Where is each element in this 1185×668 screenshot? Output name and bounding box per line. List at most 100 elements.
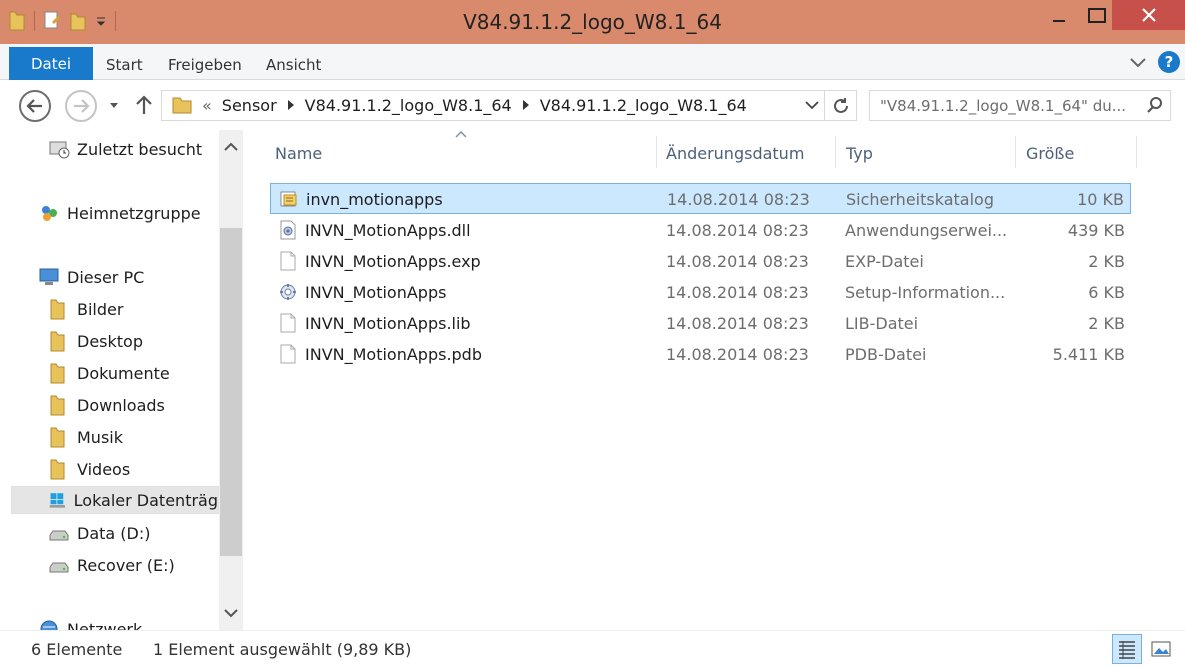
column-header-type[interactable]: Typ — [846, 144, 873, 163]
nav-item-recent[interactable]: Zuletzt besucht — [48, 135, 202, 163]
tab-view[interactable]: Ansicht — [266, 56, 321, 74]
nav-item-music[interactable]: Musik — [48, 423, 123, 451]
chevron-down-icon[interactable] — [223, 606, 239, 620]
nav-item-desktop[interactable]: Desktop — [48, 327, 143, 355]
chevron-right-icon[interactable] — [287, 99, 295, 111]
file-name: INVN_MotionApps.exp — [305, 252, 481, 271]
file-icon — [280, 251, 296, 271]
column-header-size[interactable]: Größe — [1026, 144, 1074, 163]
nav-item-label: Musik — [77, 427, 123, 447]
dll-icon — [280, 220, 296, 240]
file-icon — [280, 313, 296, 333]
recent-icon — [49, 141, 70, 159]
close-button[interactable] — [1112, 0, 1185, 30]
file-size: 439 KB — [1067, 221, 1125, 240]
column-divider[interactable] — [1136, 136, 1137, 168]
window-title: V84.91.1.2_logo_W8.1_64 — [463, 10, 722, 34]
nav-item-label: Heimnetzgruppe — [67, 203, 201, 223]
table-row[interactable]: invn_motionapps 14.08.2014 08:23 Sicherh… — [270, 183, 1131, 214]
large-icons-view-button[interactable] — [1146, 634, 1176, 664]
setup-icon — [280, 284, 296, 300]
nav-item-label: Recover (E:) — [77, 555, 175, 575]
help-button[interactable]: ? — [1158, 51, 1180, 73]
file-size: 2 KB — [1088, 314, 1125, 333]
nav-item-this-pc[interactable]: Dieser PC — [38, 263, 144, 291]
nav-item-data-d[interactable]: Data (D:) — [48, 519, 150, 547]
nav-item-label: Zuletzt besucht — [77, 139, 203, 159]
navigation-scrollbar[interactable] — [219, 130, 243, 630]
table-row[interactable]: INVN_MotionApps.exp 14.08.2014 08:23 EXP… — [270, 246, 1131, 277]
ribbon: Datei Start Freigeben Ansicht ? — [0, 44, 1185, 80]
chevron-right-icon[interactable] — [522, 99, 530, 111]
breadcrumb-folder-2[interactable]: V84.91.1.2_logo_W8.1_64 — [540, 96, 747, 115]
refresh-icon — [833, 97, 848, 113]
search-box[interactable]: "V84.91.1.2_logo_W8.1_64" du... — [869, 90, 1171, 121]
close-icon — [1141, 8, 1156, 22]
address-dropdown-icon[interactable] — [804, 97, 820, 113]
nav-item-homegroup[interactable]: Heimnetzgruppe — [38, 199, 201, 227]
column-divider[interactable] — [835, 136, 836, 168]
breadcrumb-overflow[interactable]: « — [202, 96, 212, 115]
table-row[interactable]: INVN_MotionApps.pdb 14.08.2014 08:23 PDB… — [270, 339, 1131, 370]
file-date: 14.08.2014 08:23 — [666, 252, 809, 271]
nav-item-label: Dieser PC — [67, 267, 145, 287]
file-date: 14.08.2014 08:23 — [666, 221, 809, 240]
file-date: 14.08.2014 08:23 — [667, 190, 810, 209]
nav-item-label: Dokumente — [77, 363, 170, 383]
tab-share[interactable]: Freigeben — [168, 56, 242, 74]
nav-item-network[interactable]: Netzwerk — [38, 615, 142, 630]
expand-ribbon-icon[interactable] — [1128, 52, 1148, 72]
nav-item-label: Videos — [77, 459, 131, 479]
table-row[interactable]: INVN_MotionApps 14.08.2014 08:23 Setup-I… — [270, 277, 1131, 308]
file-icon — [280, 344, 296, 364]
maximize-button[interactable] — [1082, 0, 1112, 32]
details-view-button[interactable] — [1112, 634, 1142, 664]
file-name: INVN_MotionApps.dll — [305, 221, 471, 240]
arrow-up-icon[interactable] — [134, 94, 154, 116]
file-type: PDB-Datei — [845, 345, 927, 364]
file-type: EXP-Datei — [845, 252, 924, 271]
nav-item-downloads[interactable]: Downloads — [48, 391, 165, 419]
file-type: LIB-Datei — [845, 314, 919, 333]
scrollbar-thumb[interactable] — [220, 228, 242, 556]
file-type: Sicherheitskatalog — [846, 190, 994, 209]
network-icon — [40, 620, 58, 630]
breadcrumb-sensor[interactable]: Sensor — [222, 96, 277, 115]
recent-locations-dropdown-icon[interactable] — [108, 101, 120, 111]
breadcrumb-folder-1[interactable]: V84.91.1.2_logo_W8.1_64 — [305, 96, 512, 115]
nav-item-videos[interactable]: Videos — [48, 455, 130, 483]
nav-item-recover-e[interactable]: Recover (E:) — [48, 551, 175, 579]
tab-start[interactable]: Start — [106, 56, 143, 74]
minimize-icon — [1053, 20, 1065, 22]
selection-info: 1 Element ausgewählt (9,89 KB) — [153, 640, 412, 659]
nav-item-label: Downloads — [77, 395, 165, 415]
file-name: invn_motionapps — [306, 190, 443, 209]
column-divider[interactable] — [1015, 136, 1016, 168]
refresh-button[interactable] — [825, 90, 857, 121]
tab-file[interactable]: Datei — [9, 47, 93, 80]
nav-item-label: Netzwerk — [67, 619, 143, 631]
file-size: 10 KB — [1077, 190, 1124, 209]
column-header-name[interactable]: Name — [275, 144, 322, 163]
file-type: Anwendungserwei... — [845, 221, 1008, 240]
file-name: INVN_MotionApps.lib — [305, 314, 471, 333]
address-bar[interactable]: « Sensor V84.91.1.2_logo_W8.1_64 V84.91.… — [161, 90, 825, 121]
chevron-up-icon[interactable] — [223, 140, 239, 154]
table-row[interactable]: INVN_MotionApps.lib 14.08.2014 08:23 LIB… — [270, 308, 1131, 339]
search-icon[interactable] — [1146, 96, 1164, 114]
forward-button[interactable] — [65, 90, 97, 122]
folder-icon — [50, 363, 65, 384]
nav-item-local-disk[interactable]: Lokaler Datenträg — [11, 486, 219, 514]
catalog-icon — [280, 191, 297, 207]
column-divider[interactable] — [656, 136, 657, 168]
back-button[interactable] — [19, 90, 51, 122]
folder-icon — [50, 331, 65, 352]
minimize-button[interactable] — [1036, 0, 1082, 32]
file-type: Setup-Information... — [845, 283, 1006, 302]
file-date: 14.08.2014 08:23 — [666, 314, 809, 333]
nav-item-pictures[interactable]: Bilder — [48, 295, 123, 323]
nav-item-documents[interactable]: Dokumente — [48, 359, 170, 387]
table-row[interactable]: INVN_MotionApps.dll 14.08.2014 08:23 Anw… — [270, 215, 1131, 246]
arrow-right-icon — [74, 99, 90, 113]
column-header-date[interactable]: Änderungsdatum — [666, 144, 804, 163]
